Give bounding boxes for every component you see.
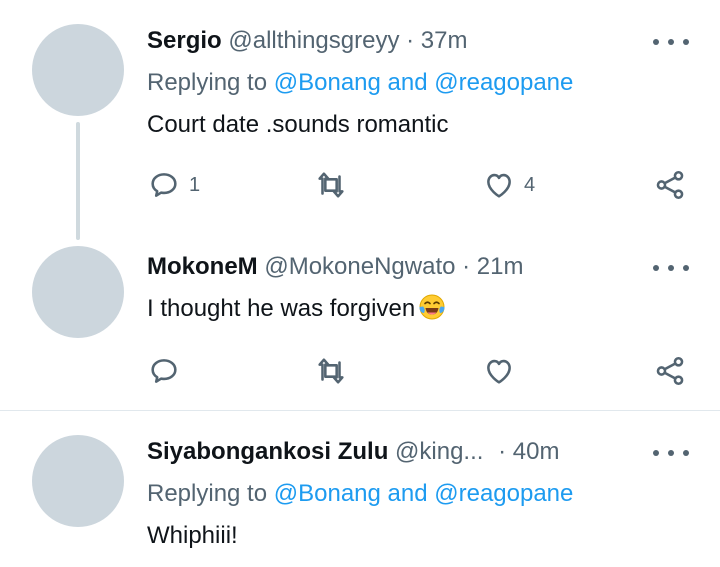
more-options-icon[interactable] [653, 262, 689, 274]
tweet-time[interactable]: · 40m [498, 438, 559, 465]
retweet-icon [318, 358, 344, 384]
author-name[interactable]: Siyabongankosi Zulu [147, 438, 388, 465]
tweet-mokonem[interactable]: MokoneM @MokoneNgwato · 21m I thought he… [0, 240, 720, 410]
author-handle[interactable]: @MokoneNgwato [264, 253, 455, 280]
tweet-time[interactable]: · 21m [462, 253, 523, 280]
replying-to-prefix: Replying to [147, 69, 268, 96]
reply-count: 1 [189, 173, 201, 196]
retweet-button[interactable] [314, 168, 356, 202]
avatar[interactable] [32, 246, 124, 338]
retweet-button[interactable] [314, 354, 356, 388]
tweet-text: Court date .sounds romantic [147, 111, 449, 138]
tweet-header: Siyabongankosi Zulu @king... · 40m [147, 437, 559, 467]
share-icon [656, 356, 684, 386]
author-handle[interactable]: @king... [395, 438, 483, 465]
author-name[interactable]: Sergio [147, 27, 222, 54]
tweet-text: I thought he was forgiven [147, 295, 416, 322]
tweet-actions: 1 4 [0, 168, 720, 202]
tweet-text: Whiphiii! [147, 522, 238, 549]
replying-to-prefix: Replying to [147, 480, 268, 507]
author-name[interactable]: MokoneM [147, 253, 258, 280]
like-button[interactable] [482, 354, 524, 388]
share-icon [656, 170, 684, 200]
author-handle[interactable]: @allthingsgreyy [228, 27, 399, 54]
tweet-header: MokoneM @MokoneNgwato · 21m [147, 252, 524, 282]
replying-to: Replying to @Bonang and @reagopane [147, 479, 573, 509]
face-with-tears-of-joy-icon [419, 294, 445, 320]
avatar[interactable] [32, 24, 124, 116]
like-count: 4 [524, 173, 536, 196]
replying-to-link[interactable]: @Bonang and @reagopane [274, 69, 574, 96]
avatar[interactable] [32, 435, 124, 527]
tweet-siyabongankosi[interactable]: Siyabongankosi Zulu @king... · 40m Reply… [0, 411, 720, 567]
tweet-actions [0, 354, 720, 388]
tweet-text-line: I thought he was forgiven [147, 292, 447, 324]
replying-to: Replying to @Bonang and @reagopane [147, 68, 573, 98]
tweet-time[interactable]: · 37m [406, 27, 467, 54]
share-button[interactable] [653, 168, 687, 202]
heart-icon [487, 173, 511, 198]
retweet-icon [318, 172, 344, 198]
reply-icon [151, 173, 177, 197]
more-options-icon[interactable] [653, 36, 689, 48]
tweet-sergio[interactable]: Sergio @allthingsgreyy · 37m Replying to… [0, 0, 720, 240]
reply-button[interactable] [147, 354, 189, 388]
replying-to-link[interactable]: @Bonang and @reagopane [274, 480, 574, 507]
like-button[interactable]: 4 [482, 168, 535, 202]
heart-icon [487, 359, 511, 384]
reply-icon [151, 359, 177, 383]
tweet-header: Sergio @allthingsgreyy · 37m [147, 26, 468, 56]
reply-button[interactable]: 1 [147, 168, 200, 202]
share-button[interactable] [653, 354, 687, 388]
more-options-icon[interactable] [653, 447, 689, 459]
